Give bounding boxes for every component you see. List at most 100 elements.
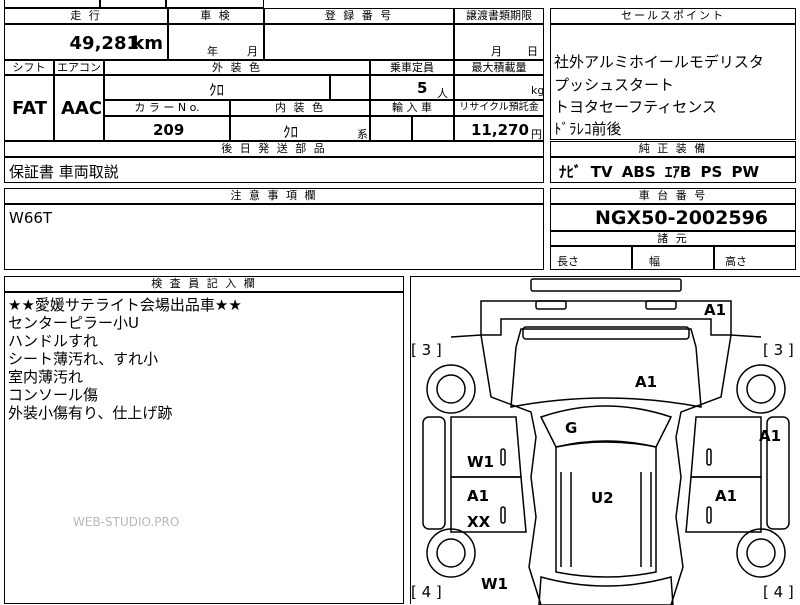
delivered-later-label: 後 日 発 送 部 品 xyxy=(4,141,544,157)
shift-cell: FAT xyxy=(4,75,54,141)
tire-mark-rear-left: [ 4 ] xyxy=(411,583,442,601)
watermark: WEB-STUDIO.PRO xyxy=(73,515,180,529)
wheel-front-right xyxy=(736,364,786,414)
damage-mark-front-bumper: A1 xyxy=(704,301,727,319)
interior-color-value: ｸﾛ xyxy=(283,123,299,141)
hood-outline xyxy=(510,328,702,408)
capacity-unit: 人 xyxy=(437,87,448,100)
sales-point-label: セールスポイント xyxy=(550,8,796,24)
exterior-color-extra xyxy=(330,75,370,100)
spec-length-cell: 長さ xyxy=(550,246,632,270)
shift-label: シフト xyxy=(4,60,54,75)
sales-point-item: 社外アルミホイールモデリスタ xyxy=(554,53,764,71)
inspector-note-line: 外装小傷有り、仕上げ跡 xyxy=(8,404,173,422)
deadline-month-unit: 月 xyxy=(491,45,502,58)
spec-height-label: 高さ xyxy=(725,255,747,268)
tire-mark-front-right: [ 3 ] xyxy=(763,341,794,359)
mileage-value: 49,281 xyxy=(69,33,139,54)
notes-cell: W66T xyxy=(4,204,544,270)
exterior-color-value: ｸﾛ xyxy=(209,81,225,99)
import-cell-b xyxy=(412,116,454,141)
color-no-label: カ ラ ー N o. xyxy=(104,100,230,116)
notes-label: 注 意 事 項 欄 xyxy=(4,188,544,204)
shift-value: FAT xyxy=(12,98,48,119)
import-cell-a xyxy=(370,116,412,141)
spec-length-label: 長さ xyxy=(557,255,579,268)
rear-window xyxy=(538,576,674,605)
chassis-label: 車 台 番 号 xyxy=(550,188,796,204)
body-right-outline xyxy=(670,334,762,605)
chassis-number: NGX50-2002596 xyxy=(595,207,769,229)
inspection-label: 車 検 xyxy=(168,8,264,24)
sales-point-item: トヨタセーフティセンス xyxy=(554,98,717,116)
interior-color-cell: ｸﾛ 系 xyxy=(230,116,370,141)
sales-point-item: ﾄﾞﾗﾚｺ前後 xyxy=(554,120,622,138)
capacity-cell: 5 人 xyxy=(370,75,454,100)
transfer-deadline-label: 譲渡書類期限 xyxy=(454,8,544,24)
wheel-rear-right xyxy=(736,528,786,578)
mileage-label: 走 行 xyxy=(4,8,168,24)
import-label: 輸 入 車 xyxy=(370,100,454,116)
spec-width-cell: 幅 xyxy=(632,246,714,270)
spec-width-label: 幅 xyxy=(649,255,660,268)
max-load-cell: kg xyxy=(454,75,544,100)
wheel-rear-left xyxy=(426,528,476,578)
recycle-cell: 11,270 円 xyxy=(454,116,544,141)
interior-color-suffix: 系 xyxy=(357,128,368,141)
door-front-right xyxy=(690,416,762,478)
inspector-notes-label: 検 査 員 記 入 欄 xyxy=(4,276,404,292)
aircon-cell: AAC xyxy=(54,75,104,141)
capacity-value: 5 xyxy=(417,79,428,97)
damage-mark-rear-left: W1 xyxy=(481,575,508,593)
damage-mark-rear-left-door: A1 xyxy=(467,487,490,505)
standard-equipment-label: 純 正 装 備 xyxy=(550,141,796,157)
notes-value: W66T xyxy=(9,209,53,227)
standard-equipment-cell: ﾅﾋﾞ TV ABS ｴｱB PS PW xyxy=(550,157,796,183)
color-no-cell: 209 xyxy=(104,116,230,141)
damage-mark-right-fender: A1 xyxy=(759,427,782,445)
damage-mark-windshield: G xyxy=(565,419,578,437)
inspection-year-unit: 年 xyxy=(207,45,218,58)
tire-mark-rear-right: [ 4 ] xyxy=(763,583,794,601)
specs-label: 諸 元 xyxy=(550,231,796,246)
delivered-later-value: 保証書 車両取説 xyxy=(9,163,119,181)
registration-cell xyxy=(264,24,454,60)
sales-points-box: 社外アルミホイールモデリスタ プッシュスタート トヨタセーフティセンス ﾄﾞﾗﾚ… xyxy=(550,24,796,140)
front-bumper-top xyxy=(530,278,682,292)
top-cut-cell xyxy=(166,0,264,8)
inspector-notes-box: ★★愛媛サテライト会場出品車★★ センターピラー小U ハンドルすれ シート薄汚れ… xyxy=(4,292,404,604)
tire-mark-front-left: [ 3 ] xyxy=(411,341,442,359)
body-left-outline xyxy=(450,334,542,605)
mileage-unit: km xyxy=(132,33,163,54)
max-load-unit: kg xyxy=(531,84,545,97)
delivered-later-cell: 保証書 車両取説 xyxy=(4,157,544,183)
interior-color-label: 内 装 色 xyxy=(230,100,370,116)
inspection-month-unit: 月 xyxy=(247,45,258,58)
car-diagram xyxy=(422,278,790,605)
damage-mark-front-left-door: W1 xyxy=(467,453,494,471)
damage-mark-rear-left-panel: XX xyxy=(467,513,491,531)
exterior-color-cell: ｸﾛ xyxy=(104,75,330,100)
aircon-value: AAC xyxy=(61,98,103,119)
exterior-color-label: 外 装 色 xyxy=(104,60,370,75)
damage-mark-roof: U2 xyxy=(591,489,614,507)
spec-height-cell: 高さ xyxy=(714,246,796,270)
capacity-label: 乗車定員 xyxy=(370,60,454,75)
color-no-value: 209 xyxy=(153,121,185,139)
max-load-label: 最大積載量 xyxy=(454,60,544,75)
top-cut-cell xyxy=(4,0,100,8)
wheel-front-left xyxy=(426,364,476,414)
chassis-cell: NGX50-2002596 xyxy=(550,204,796,231)
recycle-label: リサイクル預託金 xyxy=(454,100,544,116)
standard-equipment-value: ﾅﾋﾞ TV ABS ｴｱB PS PW xyxy=(559,163,760,181)
car-diagram-box: [ 3 ] [ 3 ] [ 4 ] [ 4 ] A1 A1 A1 G W1 A1… xyxy=(410,276,800,605)
registration-label: 登 録 番 号 xyxy=(264,8,454,24)
recycle-value: 11,270 xyxy=(471,121,529,139)
sales-point-item: プッシュスタート xyxy=(554,76,675,94)
inspection-cell: 年 月 xyxy=(168,24,264,60)
mileage-cell: 49,281 km xyxy=(4,24,168,60)
deadline-day-unit: 日 xyxy=(527,45,538,58)
damage-mark-rear-right-door: A1 xyxy=(715,487,738,505)
aircon-label: エアコン xyxy=(54,60,104,75)
transfer-deadline-cell: 月 日 xyxy=(454,24,544,60)
